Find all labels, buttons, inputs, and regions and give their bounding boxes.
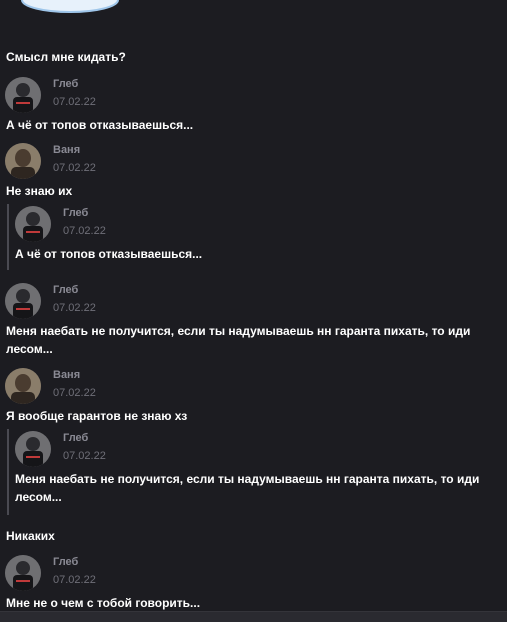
message-text: А чё от топов отказываешься... [6,118,194,132]
message-text: Не знаю их [6,184,73,198]
message-date: 07.02.22 [53,302,96,314]
author-name[interactable]: Глеб [53,284,78,296]
message-text: Мне не о чем с тобой говорить... [6,596,201,610]
reply-quote[interactable]: Глеб 07.02.22 Меня наебать не получится,… [7,429,501,515]
message-text: Меня наебать не получится, если ты надум… [6,324,471,356]
author-name[interactable]: Ваня [53,369,80,381]
author-name[interactable]: Глеб [63,207,88,219]
message-text: Смысл мне кидать? [6,50,126,64]
avatar[interactable] [15,431,51,467]
bottom-bar [0,611,507,622]
message-date: 07.02.22 [53,162,96,174]
message-date: 07.02.22 [63,450,106,462]
chat-history: Смысл мне кидать? Глеб 07.02.22 А чё от … [0,0,507,622]
avatar[interactable] [5,555,41,591]
message-text: Никаких [6,529,55,543]
quote-bar [7,204,9,270]
message-date: 07.02.22 [63,225,106,237]
message-date: 07.02.22 [53,387,96,399]
author-name[interactable]: Глеб [53,556,78,568]
message-date: 07.02.22 [53,574,96,586]
message-date: 07.02.22 [53,96,96,108]
avatar[interactable] [5,368,41,404]
author-name[interactable]: Глеб [63,432,88,444]
avatar[interactable] [15,206,51,242]
message-text: Я вообще гарантов не знаю хз [6,409,188,423]
quoted-text: Меня наебать не получится, если ты надум… [15,472,480,504]
author-name[interactable]: Глеб [53,78,78,90]
avatar[interactable] [5,77,41,113]
avatar[interactable] [5,283,41,319]
avatar[interactable] [5,143,41,179]
author-name[interactable]: Ваня [53,144,80,156]
quoted-text: А чё от топов отказываешься... [15,247,203,261]
cloud-sticker [21,0,119,13]
reply-quote[interactable]: Глеб 07.02.22 А чё от топов отказываешьс… [7,204,501,270]
quote-bar [7,429,9,515]
